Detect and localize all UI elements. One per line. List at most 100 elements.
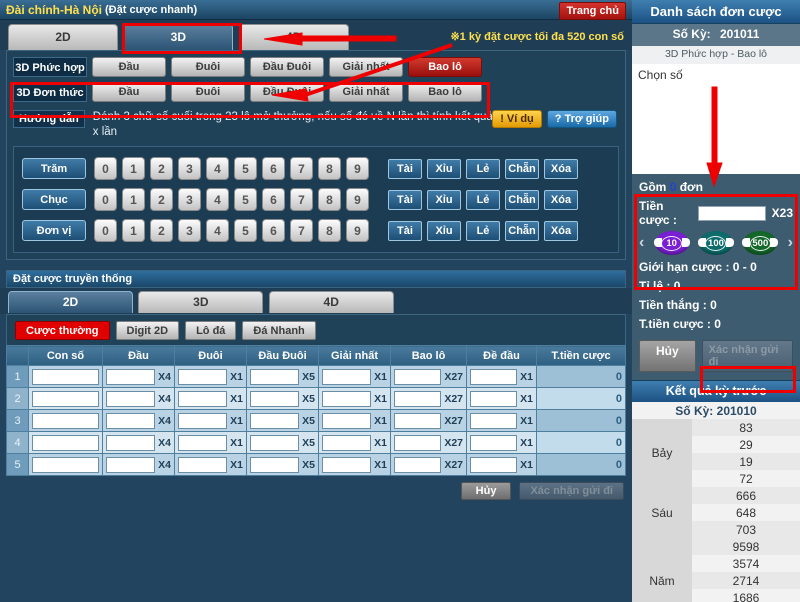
- baolo-input[interactable]: [394, 434, 442, 451]
- phuchop-baolo-button[interactable]: Bao lô: [408, 57, 482, 77]
- sidebar-bet-list[interactable]: Chọn số: [632, 64, 800, 174]
- giainhat-input[interactable]: [322, 368, 372, 385]
- traditional-tab-2d[interactable]: 2D: [8, 291, 133, 313]
- chuc-digit-3[interactable]: 3: [178, 188, 201, 211]
- sidebar-cancel-button[interactable]: Hủy: [639, 340, 696, 372]
- chuc-le-button[interactable]: Lẻ: [466, 189, 500, 210]
- tram-digit-3[interactable]: 3: [178, 157, 201, 180]
- cell-duoi[interactable]: X1: [174, 431, 247, 454]
- cell-duoi[interactable]: X1: [174, 453, 247, 476]
- chip-500[interactable]: 500: [742, 231, 779, 255]
- duoi-input[interactable]: [178, 434, 228, 451]
- mode-digit2d-button[interactable]: Digit 2D: [115, 321, 180, 340]
- dau-input[interactable]: [106, 456, 156, 473]
- cell-giainhat[interactable]: X1: [318, 365, 391, 388]
- cell-dauduoi[interactable]: X5: [246, 387, 319, 410]
- cell-conso[interactable]: [28, 387, 103, 410]
- donvi-le-button[interactable]: Lẻ: [466, 220, 500, 241]
- baolo-input[interactable]: [394, 456, 442, 473]
- cell-dau[interactable]: X4: [102, 365, 175, 388]
- dau-input[interactable]: [106, 434, 156, 451]
- conso-input[interactable]: [32, 368, 99, 385]
- help-button[interactable]: ? Trợ giúp: [546, 110, 617, 128]
- tram-xoa-button[interactable]: Xóa: [544, 158, 578, 179]
- phuchop-dauduoi-button[interactable]: Đầu Đuôi: [250, 57, 324, 77]
- tram-chan-button[interactable]: Chẵn: [505, 158, 539, 179]
- giainhat-input[interactable]: [322, 412, 372, 429]
- dedau-input[interactable]: [470, 434, 518, 451]
- donthuc-dau-button[interactable]: Đầu: [92, 82, 166, 102]
- donthuc-dauduoi-button[interactable]: Đầu Đuôi: [250, 82, 324, 102]
- tram-digit-5[interactable]: 5: [234, 157, 257, 180]
- donvi-digit-6[interactable]: 6: [262, 219, 285, 242]
- chuc-digit-1[interactable]: 1: [122, 188, 145, 211]
- chip-100[interactable]: 100: [697, 231, 734, 255]
- cell-duoi[interactable]: X1: [174, 409, 247, 432]
- cell-dau[interactable]: X4: [102, 453, 175, 476]
- tram-digit-1[interactable]: 1: [122, 157, 145, 180]
- phuchop-duoi-button[interactable]: Đuôi: [171, 57, 245, 77]
- chuc-xoa-button[interactable]: Xóa: [544, 189, 578, 210]
- dau-input[interactable]: [106, 390, 156, 407]
- tram-tai-button[interactable]: Tài: [388, 158, 422, 179]
- chuc-tai-button[interactable]: Tài: [388, 189, 422, 210]
- donvi-tai-button[interactable]: Tài: [388, 220, 422, 241]
- cell-conso[interactable]: [28, 365, 103, 388]
- chip-10[interactable]: 10: [653, 231, 690, 255]
- baolo-input[interactable]: [394, 390, 442, 407]
- cell-giainhat[interactable]: X1: [318, 409, 391, 432]
- chuc-digit-6[interactable]: 6: [262, 188, 285, 211]
- donthuc-duoi-button[interactable]: Đuôi: [171, 82, 245, 102]
- donvi-digit-1[interactable]: 1: [122, 219, 145, 242]
- cell-dauduoi[interactable]: X5: [246, 409, 319, 432]
- chuc-digit-9[interactable]: 9: [346, 188, 369, 211]
- cell-conso[interactable]: [28, 453, 103, 476]
- tab-3d[interactable]: 3D: [123, 24, 234, 50]
- tab-2d[interactable]: 2D: [8, 24, 118, 50]
- dedau-input[interactable]: [470, 412, 518, 429]
- conso-input[interactable]: [32, 456, 99, 473]
- conso-input[interactable]: [32, 434, 99, 451]
- cell-dau[interactable]: X4: [102, 387, 175, 410]
- tram-digit-6[interactable]: 6: [262, 157, 285, 180]
- tram-digit-8[interactable]: 8: [318, 157, 341, 180]
- mode-cuocthuong-button[interactable]: Cược thường: [15, 321, 110, 340]
- traditional-tab-4d[interactable]: 4D: [268, 291, 394, 313]
- donvi-digit-2[interactable]: 2: [150, 219, 173, 242]
- tram-digit-4[interactable]: 4: [206, 157, 229, 180]
- donthuc-baolo-button[interactable]: Bao lô: [408, 82, 482, 102]
- chuc-digit-5[interactable]: 5: [234, 188, 257, 211]
- cell-dau[interactable]: X4: [102, 431, 175, 454]
- tram-digit-0[interactable]: 0: [94, 157, 117, 180]
- chuc-digit-8[interactable]: 8: [318, 188, 341, 211]
- chuc-digit-4[interactable]: 4: [206, 188, 229, 211]
- donvi-digit-7[interactable]: 7: [290, 219, 313, 242]
- traditional-cancel-button[interactable]: Hủy: [460, 482, 512, 500]
- tab-4d[interactable]: 4D: [238, 24, 349, 50]
- giainhat-input[interactable]: [322, 434, 372, 451]
- chevron-left-icon[interactable]: ‹: [639, 234, 644, 252]
- cell-conso[interactable]: [28, 431, 103, 454]
- dau-input[interactable]: [106, 412, 156, 429]
- conso-input[interactable]: [32, 412, 99, 429]
- traditional-tab-3d[interactable]: 3D: [138, 291, 264, 313]
- mode-danhanh-button[interactable]: Đá Nhanh: [242, 321, 316, 340]
- cell-baolo[interactable]: X27: [390, 409, 467, 432]
- cell-conso[interactable]: [28, 409, 103, 432]
- phuchop-giainhat-button[interactable]: Giải nhất: [329, 57, 403, 77]
- dauduoi-input[interactable]: [250, 368, 300, 385]
- cell-dedau[interactable]: X1: [466, 365, 537, 388]
- cell-dedau[interactable]: X1: [466, 431, 537, 454]
- dauduoi-input[interactable]: [250, 390, 300, 407]
- tram-digit-9[interactable]: 9: [346, 157, 369, 180]
- dedau-input[interactable]: [470, 390, 518, 407]
- cell-baolo[interactable]: X27: [390, 431, 467, 454]
- donvi-digit-3[interactable]: 3: [178, 219, 201, 242]
- chuc-digit-0[interactable]: 0: [94, 188, 117, 211]
- cell-dauduoi[interactable]: X5: [246, 431, 319, 454]
- cell-baolo[interactable]: X27: [390, 453, 467, 476]
- duoi-input[interactable]: [178, 456, 228, 473]
- chuc-digit-2[interactable]: 2: [150, 188, 173, 211]
- duoi-input[interactable]: [178, 390, 228, 407]
- stake-input[interactable]: [697, 205, 766, 221]
